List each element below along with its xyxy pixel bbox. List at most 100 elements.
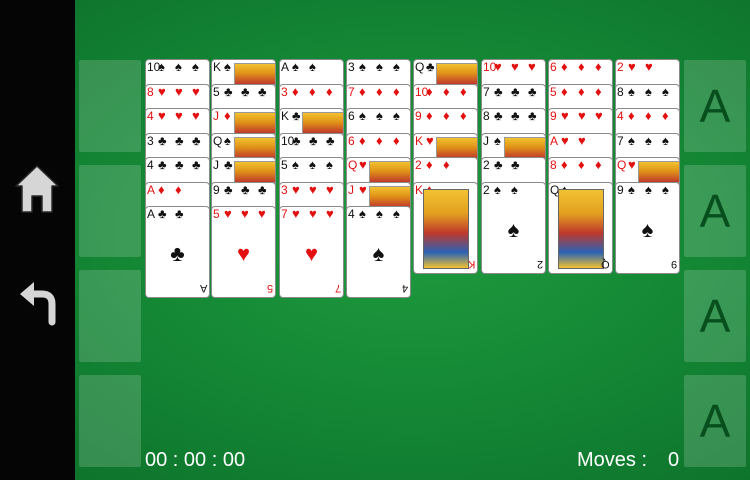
diamonds-icon: ♦ (645, 109, 652, 123)
hearts-icon: ♥ (326, 207, 334, 221)
face-card-art (369, 161, 410, 183)
hearts-icon: ♥ (158, 109, 166, 123)
hearts-icon: ♥ (561, 109, 569, 123)
undo-button[interactable] (12, 274, 62, 330)
diamonds-icon: ♦ (595, 84, 602, 99)
free-cell[interactable] (79, 165, 141, 257)
face-card-art (234, 136, 275, 159)
card-rank: A (281, 60, 290, 74)
spades-icon: ♠ (372, 241, 385, 266)
hearts-icon: ♥ (645, 60, 653, 74)
playing-card[interactable]: K♦K (414, 182, 477, 273)
diamonds-icon: ♦ (326, 84, 333, 99)
playing-card[interactable]: 4 ♠ ♠ ♠ ♠ 4 (347, 207, 410, 297)
card-rank-bottom: 2 (536, 257, 543, 270)
hearts-icon: ♥ (628, 158, 636, 172)
card-rank: Q (348, 158, 358, 172)
card-rank: 4 (147, 158, 154, 172)
spades-icon: ♠ (662, 84, 669, 99)
hearts-icon: ♥ (595, 109, 603, 123)
card-rank: 8 (617, 84, 624, 99)
foundation-pile[interactable]: A (684, 270, 746, 362)
foundation-pile[interactable]: A (684, 60, 746, 152)
card-rank: 2 (483, 158, 490, 172)
hearts-icon: ♥ (304, 241, 319, 266)
card-rank-bottom: 9 (670, 257, 677, 270)
face-card-art (504, 136, 545, 159)
card-rank-bottom: 5 (266, 282, 273, 294)
card-rank: 9 (617, 182, 624, 197)
spades-icon: ♠ (662, 182, 669, 197)
hearts-icon: ♥ (241, 207, 249, 221)
hearts-icon: ♥ (224, 207, 232, 221)
clubs-icon: ♣ (528, 84, 537, 99)
clubs-icon: ♣ (326, 133, 335, 148)
spades-icon: ♠ (628, 84, 635, 99)
home-button[interactable] (12, 162, 62, 218)
diamonds-icon: ♦ (460, 84, 467, 99)
spades-icon: ♠ (507, 216, 520, 242)
clubs-icon: ♣ (426, 60, 435, 74)
clubs-icon: ♣ (158, 158, 167, 172)
diamonds-icon: ♦ (292, 84, 299, 99)
card-rank: 2 (415, 158, 422, 172)
playing-card[interactable]: Q♠Q (549, 182, 612, 273)
game-timer: 00 : 00 : 00 (145, 449, 246, 471)
free-cell[interactable] (79, 60, 141, 152)
diamonds-icon: ♦ (309, 84, 316, 99)
spades-icon: ♠ (292, 60, 299, 74)
clubs-icon: ♣ (292, 133, 301, 148)
hearts-icon: ♥ (359, 158, 367, 172)
face-card-art (234, 63, 275, 85)
hearts-icon: ♥ (326, 182, 334, 197)
clubs-icon: ♣ (258, 84, 267, 99)
card-rank: 6 (348, 133, 355, 148)
playing-card[interactable]: 7 ♥ ♥ ♥ ♥ 7 (280, 207, 343, 297)
diamonds-icon: ♦ (158, 182, 165, 197)
spades-icon: ♠ (359, 60, 366, 74)
playing-card[interactable]: A ♣ ♣ ♣ A (146, 207, 209, 297)
spades-icon: ♠ (175, 60, 182, 74)
foundation-label: A (699, 290, 731, 342)
card-rank-bottom: K (467, 257, 475, 270)
card-rank: 5 (281, 158, 288, 172)
playing-card[interactable]: 2 ♠ ♠ ♠ 2 (482, 182, 545, 273)
diamonds-icon: ♦ (561, 84, 568, 99)
foundation-pile[interactable]: A (684, 165, 746, 257)
diamonds-icon: ♦ (393, 84, 400, 99)
card-rank: 5 (213, 207, 220, 221)
face-card-art (638, 161, 679, 183)
free-cell[interactable] (79, 375, 141, 467)
diamonds-icon: ♦ (628, 109, 635, 123)
card-rank: 4 (617, 109, 624, 123)
playing-card[interactable]: 9 ♠ ♠ ♠ ♠ 9 (616, 182, 679, 273)
card-rank: 3 (348, 60, 355, 74)
card-rank: Q (213, 133, 223, 148)
card-rank: J (213, 109, 219, 123)
face-card-art (234, 161, 275, 183)
card-rank-bottom: Q (601, 257, 610, 270)
card-rank: 2 (617, 60, 624, 74)
foundation-pile[interactable]: A (684, 375, 746, 467)
spades-icon: ♠ (376, 207, 383, 221)
diamonds-icon: ♦ (578, 84, 585, 99)
sidebar (0, 0, 75, 480)
diamonds-icon: ♦ (578, 60, 585, 74)
hearts-icon: ♥ (511, 60, 519, 74)
playing-card[interactable]: 5 ♥ ♥ ♥ ♥ 5 (212, 207, 275, 297)
spades-icon: ♠ (192, 60, 199, 74)
diamonds-icon: ♦ (426, 84, 433, 99)
card-rank: 7 (483, 84, 490, 99)
clubs-icon: ♣ (511, 158, 520, 172)
spades-icon: ♠ (376, 60, 383, 74)
diamonds-icon: ♦ (376, 84, 383, 99)
foundation-label: A (699, 80, 731, 132)
spades-icon: ♠ (645, 133, 652, 148)
free-cell[interactable] (79, 270, 141, 362)
hearts-icon: ♥ (236, 241, 251, 266)
clubs-icon: ♣ (241, 84, 250, 99)
card-rank: 4 (348, 207, 355, 221)
card-rank: 3 (281, 182, 288, 197)
spades-icon: ♠ (309, 60, 316, 74)
card-rank: Q (617, 158, 627, 172)
